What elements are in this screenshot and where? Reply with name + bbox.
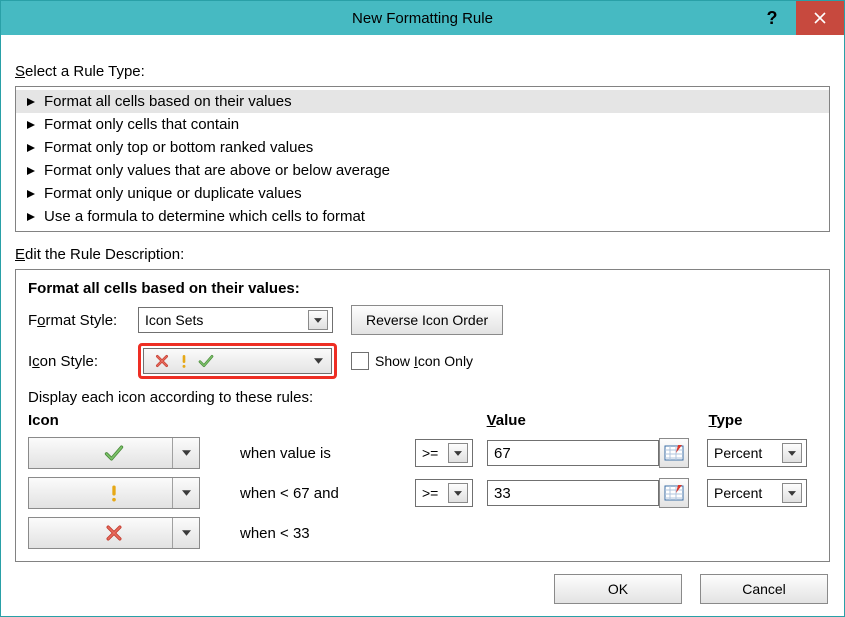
rule-type-item[interactable]: Format only top or bottom ranked values: [16, 136, 829, 159]
chevron-down-icon: [448, 483, 468, 503]
format-style-dropdown[interactable]: Icon Sets: [138, 307, 333, 333]
chevron-down-icon: [172, 438, 199, 468]
range-icon: [664, 483, 684, 503]
rule-type-item[interactable]: Format only values that are above or bel…: [16, 159, 829, 182]
rule-type-item[interactable]: Use a formula to determine which cells t…: [16, 205, 829, 228]
icon-picker[interactable]: [28, 517, 200, 549]
rule-type-item[interactable]: Format only cells that contain: [16, 113, 829, 136]
show-icon-only-checkbox[interactable]: [351, 352, 369, 370]
cross-icon: [154, 353, 170, 369]
close-icon: [813, 11, 827, 25]
triangle-icon: [26, 166, 36, 176]
rule-type-item[interactable]: Format all cells based on their values: [16, 90, 829, 113]
reverse-icon-order-button[interactable]: Reverse Icon Order: [351, 305, 503, 335]
check-icon: [198, 353, 214, 369]
description-header: Format all cells based on their values:: [28, 280, 817, 297]
ok-button[interactable]: OK: [554, 574, 682, 604]
range-icon: [664, 443, 684, 463]
triangle-icon: [26, 143, 36, 153]
col-header-icon: Icon: [28, 412, 235, 429]
help-button[interactable]: ?: [748, 1, 796, 35]
label-format-style: Format Style:: [28, 312, 138, 329]
chevron-down-icon: [172, 478, 199, 508]
check-icon: [104, 443, 124, 463]
row-icon-style: Icon Style: Show Icon Only: [28, 343, 817, 379]
rule-type-label: Use a formula to determine which cells t…: [44, 208, 365, 225]
icon-picker[interactable]: [28, 477, 200, 509]
rule-type-label: Format only top or bottom ranked values: [44, 139, 313, 156]
icon-rule-row: when < 33: [28, 517, 817, 549]
rule-type-label: Format only values that are above or bel…: [44, 162, 390, 179]
type-dropdown[interactable]: Percent: [707, 479, 807, 507]
label-edit-description: Edit the Rule Description:: [15, 246, 830, 263]
rule-type-list: Format all cells based on their values F…: [15, 86, 830, 232]
range-selector-button[interactable]: [659, 438, 689, 468]
bang-icon: [176, 353, 192, 369]
cross-icon: [104, 523, 124, 543]
icon-picker[interactable]: [28, 437, 200, 469]
chevron-down-icon: [172, 518, 199, 548]
value-input[interactable]: [487, 480, 659, 506]
rule-type-label: Format only cells that contain: [44, 116, 239, 133]
chevron-down-icon: [448, 443, 468, 463]
operator-dropdown[interactable]: >=: [415, 479, 473, 507]
icon-rule-row: when < 67 and >= Percent: [28, 477, 817, 509]
icon-rule-row: when value is >= Percent: [28, 437, 817, 469]
value-input[interactable]: [487, 440, 659, 466]
chevron-down-icon: [309, 352, 327, 370]
chevron-down-icon: [782, 483, 802, 503]
icon-style-preview: [150, 353, 214, 369]
window-title: New Formatting Rule: [1, 10, 844, 27]
titlebar: New Formatting Rule ?: [1, 1, 844, 35]
range-selector-button[interactable]: [659, 478, 689, 508]
triangle-icon: [26, 189, 36, 199]
label-icon-style: Icon Style:: [28, 353, 138, 370]
condition-text: when < 67 and: [240, 485, 415, 502]
chevron-down-icon: [782, 443, 802, 463]
rule-type-label: Format only unique or duplicate values: [44, 185, 302, 202]
close-button[interactable]: [796, 1, 844, 35]
dialog-new-formatting-rule: New Formatting Rule ? Select a Rule Type…: [0, 0, 845, 617]
label-show-icon-only: Show Icon Only: [375, 353, 473, 369]
label-display-rules: Display each icon according to these rul…: [28, 389, 817, 406]
format-style-value: Icon Sets: [145, 312, 203, 328]
rule-type-item[interactable]: Format only unique or duplicate values: [16, 182, 829, 205]
triangle-icon: [26, 120, 36, 130]
col-header-value: Value: [487, 412, 709, 429]
rule-type-label: Format all cells based on their values: [44, 93, 292, 110]
chevron-down-icon: [308, 310, 328, 330]
condition-text: when < 33: [240, 525, 415, 542]
dialog-body: Select a Rule Type: Format all cells bas…: [1, 35, 844, 574]
triangle-icon: [26, 212, 36, 222]
icon-rules-headers: Icon Value Type: [28, 412, 817, 429]
titlebar-buttons: ?: [748, 1, 844, 35]
icon-style-dropdown[interactable]: [143, 348, 332, 374]
label-select-rule-type: Select a Rule Type:: [15, 63, 830, 80]
bang-icon: [104, 483, 124, 503]
triangle-icon: [26, 97, 36, 107]
icon-style-highlight: [138, 343, 337, 379]
operator-dropdown[interactable]: >=: [415, 439, 473, 467]
col-header-type: Type: [709, 412, 817, 429]
row-format-style: Format Style: Icon Sets Reverse Icon Ord…: [28, 305, 817, 335]
rule-description-panel: Format all cells based on their values: …: [15, 269, 830, 562]
condition-text: when value is: [240, 445, 415, 462]
type-dropdown[interactable]: Percent: [707, 439, 807, 467]
cancel-button[interactable]: Cancel: [700, 574, 828, 604]
dialog-footer: OK Cancel: [554, 574, 828, 604]
